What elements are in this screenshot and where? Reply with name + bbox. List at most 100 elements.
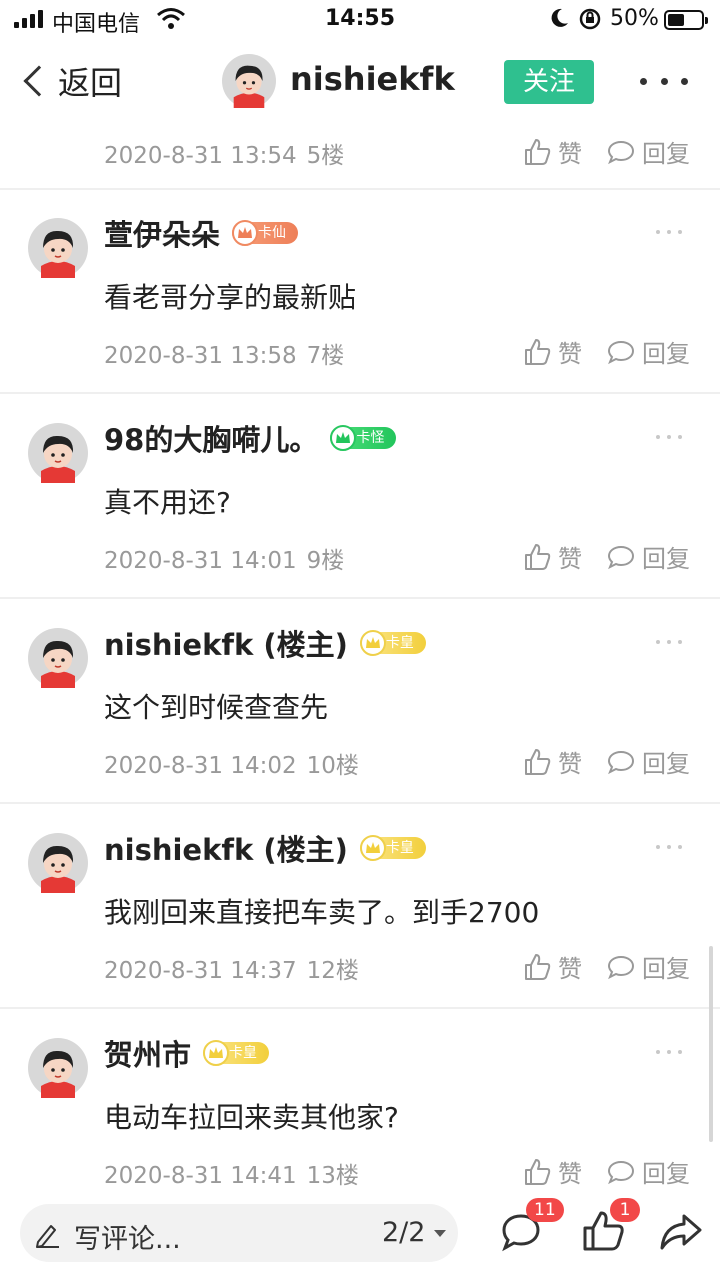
avatar[interactable] bbox=[28, 423, 88, 483]
chat-bubble-icon bbox=[607, 140, 635, 164]
comment-list[interactable]: 2020-8-31 13:54 5楼 赞 回复 萱伊朵朵 卡仙看老哥分享的最新贴 20… bbox=[0, 124, 720, 1194]
comment-item[interactable]: 贺州市 卡皇 电动车拉回来卖其他家? 2020-8-31 14:41 13楼 赞 回复 bbox=[0, 1010, 720, 1194]
level-badge: 卡皇 bbox=[359, 835, 426, 861]
avatar[interactable] bbox=[222, 54, 276, 108]
like-button[interactable]: 赞 bbox=[522, 1154, 582, 1189]
comment-text: 我刚回来直接把车卖了。到手2700 bbox=[104, 896, 540, 929]
comment-text: 电动车拉回来卖其他家? bbox=[104, 1101, 399, 1134]
comment-input[interactable]: 写评论... 2/2 bbox=[20, 1204, 458, 1262]
level-badge: 卡怪 bbox=[330, 425, 397, 451]
avatar[interactable] bbox=[28, 833, 88, 893]
comment-username[interactable]: 贺州市 bbox=[104, 1032, 191, 1074]
caret-down-icon[interactable] bbox=[434, 1230, 446, 1237]
page-indicator[interactable]: 2/2 bbox=[382, 1217, 425, 1248]
comment-meta: 2020-8-31 14:01 9楼 赞 回复 bbox=[0, 531, 720, 581]
like-label: 赞 bbox=[558, 545, 582, 573]
moon-icon bbox=[548, 6, 570, 36]
comment-date: 2020-8-31 14:37 bbox=[104, 958, 297, 984]
comment-username[interactable]: 98的大胸嗬儿。 bbox=[104, 417, 318, 459]
like-button[interactable]: 赞 bbox=[522, 334, 582, 369]
comment-floor: 12楼 bbox=[306, 958, 359, 984]
avatar[interactable] bbox=[28, 218, 88, 278]
chat-bubble-icon bbox=[607, 545, 635, 569]
chevron-left-icon bbox=[23, 65, 55, 97]
like-label: 赞 bbox=[558, 955, 582, 983]
follow-button[interactable]: 关注 bbox=[504, 60, 594, 104]
crown-icon bbox=[232, 220, 259, 246]
comment-meta: 2020-8-31 14:02 10楼 赞 回复 bbox=[0, 736, 720, 786]
crown-icon bbox=[359, 630, 386, 656]
comment-floor: 13楼 bbox=[306, 1163, 359, 1189]
reply-button[interactable]: 回复 bbox=[606, 1154, 690, 1189]
chat-bubble-icon bbox=[607, 955, 635, 979]
more-icon[interactable] bbox=[656, 435, 682, 441]
comment-item[interactable]: 98的大胸嗬儿。 卡怪 真不用还? 2020-8-31 14:01 9楼 赞 回复 bbox=[0, 395, 720, 599]
divider bbox=[0, 1007, 720, 1009]
previous-comment-meta: 2020-8-31 13:54 5楼 赞 回复 bbox=[0, 126, 720, 176]
avatar[interactable] bbox=[28, 1038, 88, 1098]
thumb-up-icon bbox=[525, 138, 551, 165]
avatar[interactable] bbox=[28, 628, 88, 688]
level-badge: 卡皇 bbox=[359, 630, 426, 656]
like-button[interactable]: 赞 bbox=[522, 134, 582, 169]
divider bbox=[0, 802, 720, 804]
share-button[interactable] bbox=[658, 1208, 708, 1258]
like-button[interactable]: 赞 bbox=[522, 539, 582, 574]
like-label: 赞 bbox=[558, 140, 582, 168]
like-button[interactable]: 赞 bbox=[522, 949, 582, 984]
status-bar: 中国电信 14:55 50% bbox=[0, 0, 720, 40]
back-label: 返回 bbox=[58, 64, 123, 102]
reply-button[interactable]: 回复 bbox=[606, 539, 690, 574]
comment-meta: 2020-8-31 14:41 13楼 赞 回复 bbox=[0, 1146, 720, 1194]
reply-button[interactable]: 回复 bbox=[606, 949, 690, 984]
comment-date: 2020-8-31 13:58 bbox=[104, 343, 297, 369]
thumb-up-icon bbox=[525, 748, 551, 775]
reply-label: 回复 bbox=[642, 340, 690, 368]
more-icon[interactable] bbox=[656, 640, 682, 646]
like-post-button[interactable]: 1 bbox=[580, 1198, 640, 1258]
reply-label: 回复 bbox=[642, 1160, 690, 1188]
comment-date: 2020-8-31 13:54 bbox=[104, 143, 297, 169]
comment-item[interactable]: nishiekfk (楼主) 卡皇我刚回来直接把车卖了。到手2700 2020-8-… bbox=[0, 805, 720, 1009]
reply-button[interactable]: 回复 bbox=[606, 334, 690, 369]
back-button[interactable]: 返回 bbox=[20, 58, 122, 104]
comment-item[interactable]: 萱伊朵朵 卡仙 看老哥分享的最新贴 2020-8-31 13:58 7楼 赞 回复 bbox=[0, 190, 720, 394]
comment-text: 看老哥分享的最新贴 bbox=[104, 281, 357, 314]
badge-label: 卡怪 bbox=[356, 430, 385, 446]
scrollbar[interactable] bbox=[709, 946, 713, 1142]
divider bbox=[0, 392, 720, 394]
reply-label: 回复 bbox=[642, 140, 690, 168]
comment-username[interactable]: nishiekfk (楼主) bbox=[104, 827, 348, 869]
reply-label: 回复 bbox=[642, 545, 690, 573]
comment-date: 2020-8-31 14:01 bbox=[104, 548, 297, 574]
more-icon[interactable] bbox=[656, 230, 682, 236]
divider bbox=[0, 597, 720, 599]
comment-floor: 5楼 bbox=[306, 143, 345, 169]
more-icon[interactable] bbox=[656, 1050, 682, 1056]
crown-icon bbox=[330, 425, 357, 451]
comment-username[interactable]: 萱伊朵朵 bbox=[104, 212, 220, 254]
reply-button[interactable]: 回复 bbox=[606, 744, 690, 779]
battery-icon bbox=[664, 10, 708, 30]
like-button[interactable]: 赞 bbox=[522, 744, 582, 779]
comment-item[interactable]: nishiekfk (楼主) 卡皇 这个到时候查查先 2020-8-31 14:02 1… bbox=[0, 600, 720, 804]
reply-button[interactable]: 回复 bbox=[606, 134, 690, 169]
more-icon[interactable] bbox=[656, 845, 682, 851]
thumb-up-icon bbox=[525, 543, 551, 570]
nav-username[interactable]: nishiekfk bbox=[290, 60, 455, 98]
badge-label: 卡皇 bbox=[385, 840, 414, 856]
badge-label: 卡皇 bbox=[385, 635, 414, 651]
comment-count-badge: 11 bbox=[526, 1198, 564, 1222]
more-icon[interactable] bbox=[640, 66, 688, 96]
comment-username[interactable]: nishiekfk (楼主) bbox=[104, 622, 348, 664]
comments-button[interactable]: 11 bbox=[498, 1198, 564, 1258]
comment-text: 真不用还? bbox=[104, 486, 231, 519]
chat-bubble-icon bbox=[607, 750, 635, 774]
comment-meta: 2020-8-31 14:37 12楼 赞 回复 bbox=[0, 941, 720, 991]
comment-placeholder: 写评论... bbox=[74, 1224, 181, 1255]
level-badge: 卡仙 bbox=[232, 220, 299, 246]
like-label: 赞 bbox=[558, 1160, 582, 1188]
thumb-up-icon bbox=[525, 953, 551, 980]
nav-bar: 返回 nishiekfk 关注 bbox=[0, 40, 720, 124]
chat-bubble-icon bbox=[607, 340, 635, 364]
